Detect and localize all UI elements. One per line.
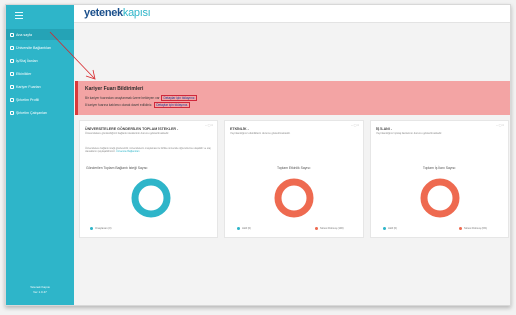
legend-item: Aktif (0): [383, 227, 397, 230]
card-subtitle: Yayınlandığınız etkinliklerin durumu gös…: [230, 132, 291, 135]
card-title: ÜNİVERSİTELERE GÖNDERİLEN TOPLAM İSTEKLE…: [85, 127, 179, 131]
legend-item: Aktif (0): [237, 227, 251, 230]
legend-dot: [383, 227, 386, 230]
donut-chart: [274, 178, 314, 218]
notice-line-2: 8 kariyer fuarına katılımcı olarak davet…: [85, 102, 191, 108]
job-postings-card: – ▢ × İŞ İLANI - Yayınlandığınız iş/staj…: [370, 120, 509, 238]
legend-item: Süresi Dolmuş (0%): [459, 227, 487, 230]
notice-link[interactable]: Detaylar için tıklayınız.: [161, 95, 198, 101]
notice-link[interactable]: Detaylar için tıklayınız.: [154, 102, 191, 108]
legend-label: Aktif (0): [388, 227, 397, 230]
card-title: ETKİNLİK -: [230, 127, 249, 131]
legend-dot: [459, 227, 462, 230]
notice-text: 8 kariyer fuarına katılımcı olarak davet…: [85, 103, 153, 107]
legend-item: Süresi Dolmuş (100): [315, 227, 344, 230]
legend-label: Süresi Dolmuş (0%): [464, 227, 488, 230]
card-controls[interactable]: – ▢ ×: [205, 123, 213, 127]
legend-label: Süresi Dolmuş (100): [320, 227, 344, 230]
description-link[interactable]: Üniversite Bağlantıları: [116, 150, 139, 153]
pie-slice-süresi-dolmuş[interactable]: [420, 178, 460, 218]
notice-text: Bir kariyer fuarından onaylanmak üzere b…: [85, 96, 160, 100]
career-fair-notice: Kariyer Fuarı Bildirimleri Bir kariyer f…: [75, 81, 510, 115]
legend-label: Onaylanan (0): [95, 227, 112, 230]
card-title: İŞ İLANI -: [376, 127, 392, 131]
legend-dot: [315, 227, 318, 230]
card-controls[interactable]: – ▢ ×: [351, 123, 359, 127]
chart-title: Toplam Etkinlik Sayısı:: [277, 166, 311, 170]
donut-chart: [420, 178, 460, 218]
donut-chart: [131, 178, 171, 218]
legend-item: Onaylanan (0): [90, 227, 111, 230]
university-requests-card: – ▢ × ÜNİVERSİTELERE GÖNDERİLEN TOPLAM İ…: [79, 120, 218, 238]
card-subtitle: Üniversitelere gönderdiğiniz bağlantı is…: [85, 132, 170, 135]
events-card: – ▢ × ETKİNLİK - Yayınlandığınız etkinli…: [224, 120, 364, 238]
notice-line-1: Bir kariyer fuarından onaylanmak üzere b…: [85, 95, 198, 101]
pie-slice-süresi-dolmuş[interactable]: [274, 178, 314, 218]
legend-label: Aktif (0): [242, 227, 251, 230]
description-text: Üniversitelere bağlantı isteği gönderebi…: [85, 147, 211, 154]
legend-dot: [237, 227, 240, 230]
chart-title: Gönderilen Toplam Bağlantı İsteği Sayısı…: [86, 166, 149, 170]
legend-dot: [90, 227, 93, 230]
chart-title: Toplam İş İlanı Sayısı:: [422, 166, 457, 170]
card-subtitle: Yayınlandığınız iş/staj ilanlarının duru…: [376, 132, 443, 135]
card-description: Üniversitelere bağlantı isteği gönderebi…: [85, 147, 215, 154]
card-controls[interactable]: – ▢ ×: [496, 123, 504, 127]
pie-slice-onaylanan[interactable]: [131, 178, 171, 218]
notice-title: Kariyer Fuarı Bildirimleri: [85, 86, 144, 92]
